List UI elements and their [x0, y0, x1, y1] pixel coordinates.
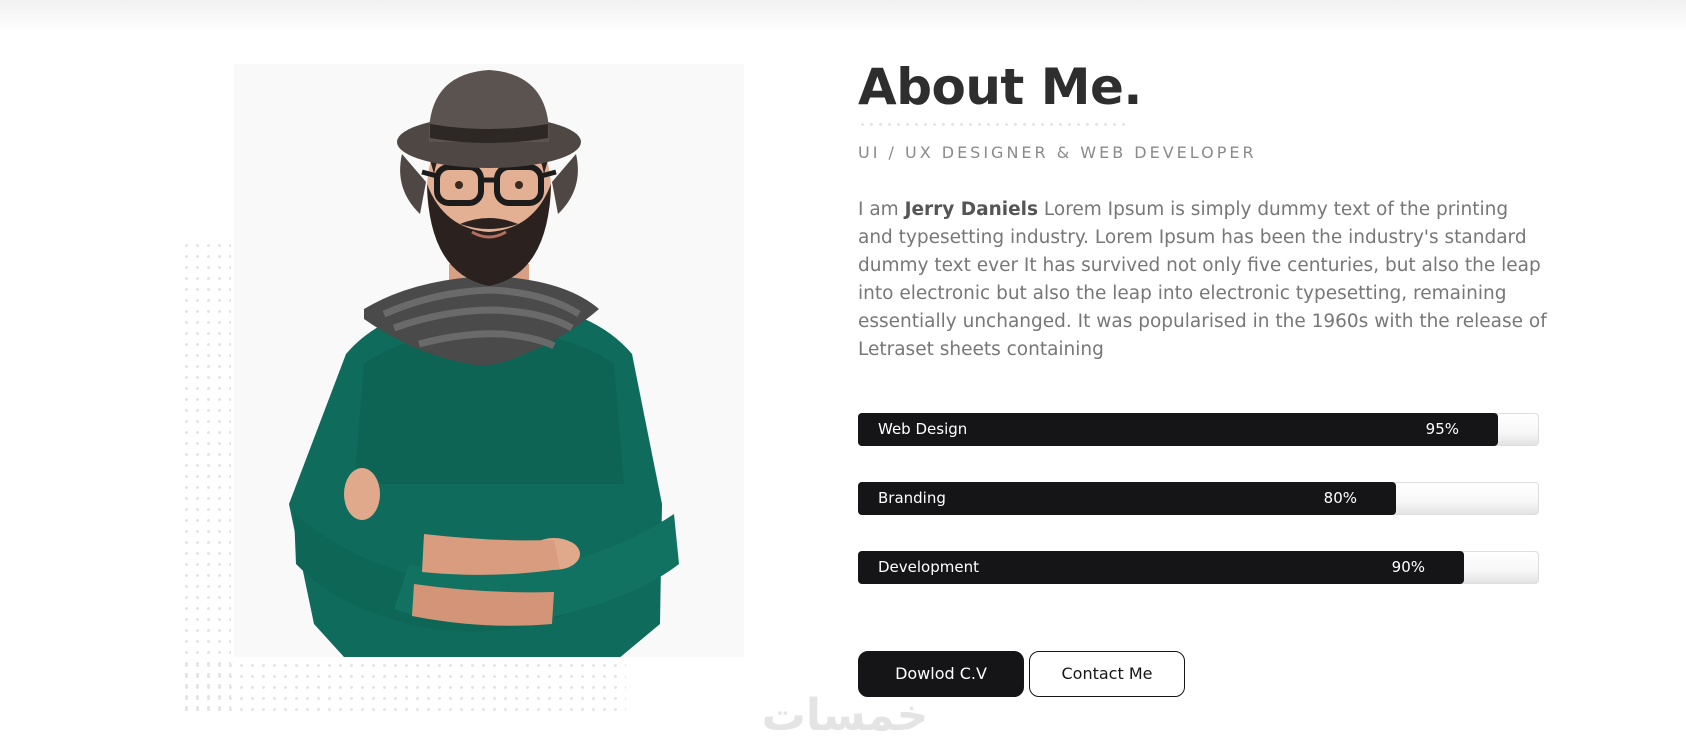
skill-name: Web Design: [878, 420, 968, 438]
skill-name: Development: [878, 558, 979, 576]
dot-pattern-left: [181, 240, 231, 710]
skill-percent: 90%: [1391, 558, 1425, 576]
skill-bar-development: Development 90%: [858, 551, 1539, 584]
skills-list: Web Design 95% Branding 80% Development …: [858, 413, 1539, 620]
skill-bar-branding: Branding 80%: [858, 482, 1539, 515]
skill-percent: 95%: [1425, 420, 1459, 438]
job-subtitle: UI / UX DESIGNER & WEB DEVELOPER: [858, 143, 1257, 162]
profile-photo: [234, 64, 744, 657]
bio-name: Jerry Daniels: [904, 199, 1039, 220]
dot-pattern-bottom: [181, 660, 626, 712]
about-section: About Me. UI / UX DESIGNER & WEB DEVELOP…: [0, 0, 1686, 754]
skill-bar-web-design: Web Design 95%: [858, 413, 1539, 446]
watermark-text: خمسات: [762, 690, 929, 740]
header-shadow: [0, 0, 1686, 34]
contact-me-button[interactable]: Contact Me: [1029, 651, 1185, 697]
bio-text: Lorem Ipsum is simply dummy text of the …: [858, 199, 1547, 360]
page-title: About Me.: [858, 58, 1142, 116]
person-illustration: [289, 70, 679, 657]
watermark-logo: خمسات: [762, 690, 929, 740]
bio-paragraph: I am Jerry Daniels Lorem Ipsum is simply…: [858, 196, 1548, 364]
bio-prefix: I am: [858, 199, 905, 220]
skill-percent: 80%: [1323, 489, 1357, 507]
title-dot-underline: [858, 120, 1128, 132]
skill-name: Branding: [878, 489, 946, 507]
